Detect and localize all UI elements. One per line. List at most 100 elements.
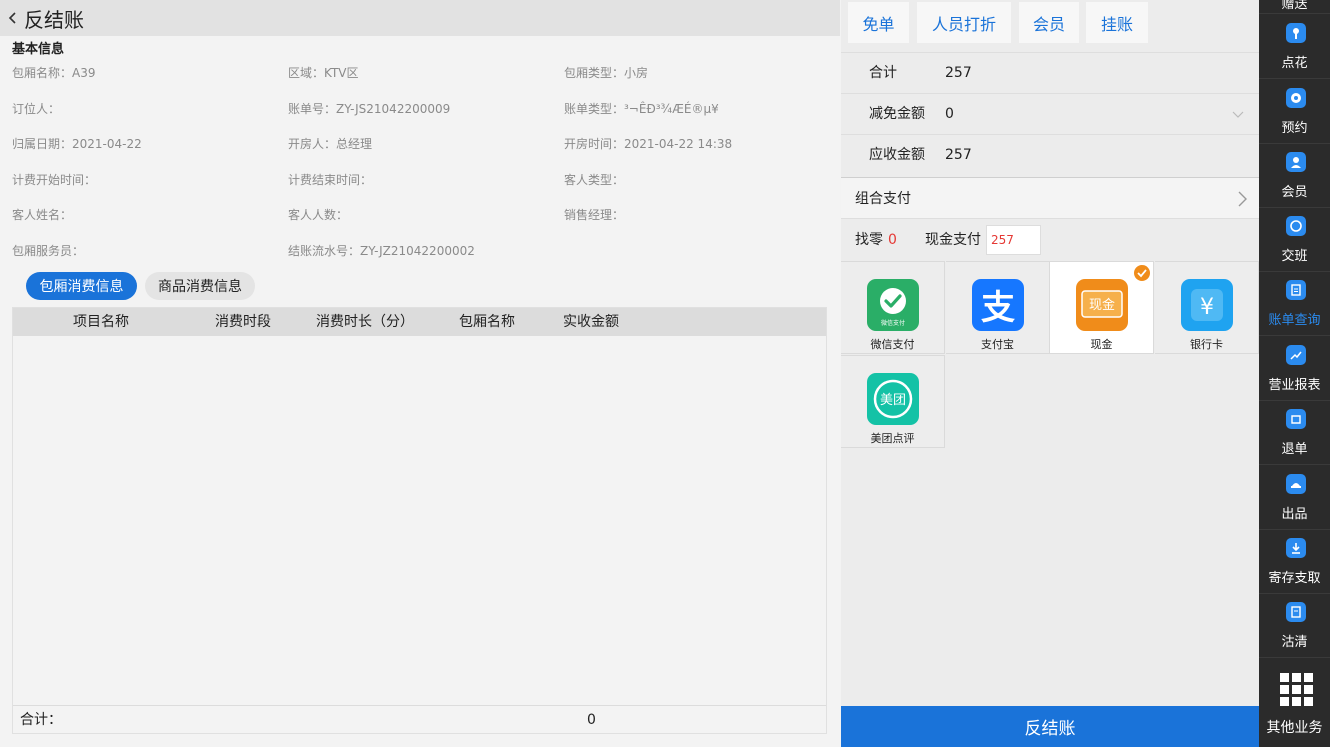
checkout-panel: 免单 人员打折 会员 挂账 合计 257 减免金额 0 应收金额 257 组合支… — [841, 0, 1259, 747]
sidebar-item-label: 账单查询 — [1268, 313, 1321, 328]
sidebar-item-label: 赠送 — [1281, 0, 1308, 12]
cash-payment-label: 现金支付 — [925, 232, 981, 248]
discount-value: 0 — [945, 106, 954, 122]
bill-no: 账单号：ZY-JS21042200009 — [288, 102, 451, 116]
booker: 订位人： — [12, 102, 61, 116]
footer-total-value: 0 — [587, 712, 596, 728]
column-header[interactable]: 实收金额 — [563, 308, 619, 336]
member-button[interactable]: 会员 — [1019, 2, 1079, 43]
alipay-icon: 支 — [972, 279, 1024, 331]
sidebar-item-label: 交班 — [1281, 249, 1308, 264]
meituan-icon: 美团 — [867, 373, 919, 425]
wechat-pay-icon: 微信支付 — [867, 279, 919, 331]
total-row: 合计 257 — [841, 52, 1259, 92]
change-label: 找零 — [855, 232, 883, 248]
bill-detail-panel: 反结账 基本信息 包厢名称：A39 区域：KTV区 包厢类型：小房 订位人： 账… — [0, 0, 840, 747]
sidebar-item-storage[interactable]: 寄存支取 — [1259, 530, 1330, 594]
cash-icon-text: 现金 — [1089, 297, 1115, 313]
total-label: 合计 — [869, 65, 897, 81]
sales-manager: 销售经理： — [564, 208, 625, 222]
guest-count: 客人人数： — [288, 208, 349, 222]
sidebar-item-reservation[interactable]: 预约 — [1259, 80, 1330, 144]
sidebar-item-shift[interactable]: 交班 — [1259, 208, 1330, 272]
room-name: 包厢名称：A39 — [12, 66, 96, 80]
table-header: 项目名称 消费时段 消费时长（分） 包厢名称 实收金额 — [13, 308, 826, 336]
discount-label: 减免金额 — [869, 106, 925, 122]
change-value: 0 — [888, 232, 897, 248]
area: 区域：KTV区 — [288, 66, 359, 80]
tab-goods-consumption[interactable]: 商品消费信息 — [145, 272, 255, 300]
chevron-down-icon[interactable] — [1231, 107, 1245, 121]
guest-type: 客人类型： — [564, 173, 625, 187]
sold-out-icon — [1286, 602, 1306, 622]
chevron-right-icon — [1238, 191, 1247, 207]
sidebar-item-bill-query[interactable]: 账单查询 — [1259, 272, 1330, 336]
flower-icon — [1286, 23, 1306, 43]
cash-payment-input[interactable]: 257 — [986, 225, 1041, 255]
back-icon[interactable] — [6, 11, 20, 25]
bank-card-icon: ¥ — [1181, 279, 1233, 331]
payment-label: 银行卡 — [1190, 338, 1223, 351]
grid-icon — [1280, 673, 1313, 706]
column-header[interactable]: 消费时长（分） — [316, 308, 414, 336]
combo-payment-row[interactable]: 组合支付 — [841, 177, 1259, 219]
open-time: 开房时间：2021-04-22 14:38 — [564, 137, 733, 151]
sidebar-item-dispatch[interactable]: 出品 — [1259, 466, 1330, 530]
column-header[interactable]: 项目名称 — [73, 308, 129, 336]
sidebar-item-label: 点花 — [1281, 56, 1308, 71]
combo-payment-label: 组合支付 — [855, 191, 911, 207]
wechat-pay-icon-text: 微信支付 — [881, 319, 905, 327]
meituan-icon-text: 美团 — [880, 393, 906, 408]
room-type: 包厢类型：小房 — [564, 66, 649, 80]
column-header[interactable]: 消费时段 — [215, 308, 271, 336]
column-header[interactable]: 包厢名称 — [459, 308, 515, 336]
bank-card-icon-text: ¥ — [1200, 295, 1214, 320]
sidebar-item-member[interactable]: 会员 — [1259, 144, 1330, 208]
free-order-button[interactable]: 免单 — [848, 2, 909, 43]
consumption-table: 项目名称 消费时段 消费时长（分） 包厢名称 实收金额 合计： 0 — [12, 307, 827, 734]
other-business-button[interactable]: 其他业务 — [1259, 660, 1330, 747]
reservation-icon — [1286, 88, 1306, 108]
title-bar: 反结账 — [0, 0, 840, 36]
sidebar-item-label: 寄存支取 — [1268, 571, 1321, 586]
due-row: 应收金额 257 — [841, 134, 1259, 174]
staff-discount-button[interactable]: 人员打折 — [917, 2, 1011, 43]
settle-serial-no: 结账流水号：ZY-JZ21042200002 — [288, 244, 475, 258]
sidebar-item-label: 沽清 — [1281, 635, 1308, 650]
guest-name: 客人姓名： — [12, 208, 73, 222]
reverse-checkout-button[interactable]: 反结账 — [841, 706, 1259, 747]
sidebar-item-flower[interactable]: 点花 — [1259, 15, 1330, 79]
discount-row[interactable]: 减免金额 0 — [841, 93, 1259, 133]
bill-query-icon — [1286, 280, 1306, 300]
payment-option-wechat[interactable]: 微信支付 微信支付 — [841, 261, 945, 354]
credit-button[interactable]: 挂账 — [1086, 2, 1148, 43]
tab-room-consumption[interactable]: 包厢消费信息 — [26, 272, 137, 300]
payment-option-alipay[interactable]: 支 支付宝 — [946, 261, 1050, 354]
sidebar-item-gift[interactable]: 赠送 — [1259, 0, 1330, 14]
total-value: 257 — [945, 65, 972, 81]
sidebar-item-sold-out[interactable]: 沽清 — [1259, 594, 1330, 658]
sidebar-item-label: 会员 — [1281, 185, 1308, 200]
payment-label: 微信支付 — [870, 338, 915, 351]
room-waiter: 包厢服务员： — [12, 244, 85, 258]
payment-option-meituan[interactable]: 美团 美团点评 — [841, 355, 945, 448]
sidebar-item-refund[interactable]: 退单 — [1259, 401, 1330, 465]
refund-icon — [1286, 409, 1306, 429]
footer-total-label: 合计： — [20, 712, 62, 728]
cash-icon: 现金 — [1076, 279, 1128, 331]
change-row: 找零 0 现金支付 257 — [841, 220, 1259, 260]
due-label: 应收金额 — [869, 147, 925, 163]
section-title: 基本信息 — [12, 42, 65, 57]
payment-label: 现金 — [1090, 338, 1113, 351]
alipay-icon-text: 支 — [981, 288, 1015, 328]
report-icon — [1286, 345, 1306, 365]
member-icon — [1286, 152, 1306, 172]
sidebar-item-report[interactable]: 营业报表 — [1259, 337, 1330, 401]
shift-icon — [1286, 216, 1306, 236]
table-footer: 合计： 0 — [13, 705, 826, 733]
payment-label: 美团点评 — [870, 432, 915, 445]
payment-option-cash[interactable]: 现金 现金 — [1050, 261, 1154, 354]
billing-end-time: 计费结束时间： — [288, 173, 373, 187]
payment-option-bank-card[interactable]: ¥ 银行卡 — [1155, 261, 1259, 354]
page-title: 反结账 — [24, 7, 84, 32]
